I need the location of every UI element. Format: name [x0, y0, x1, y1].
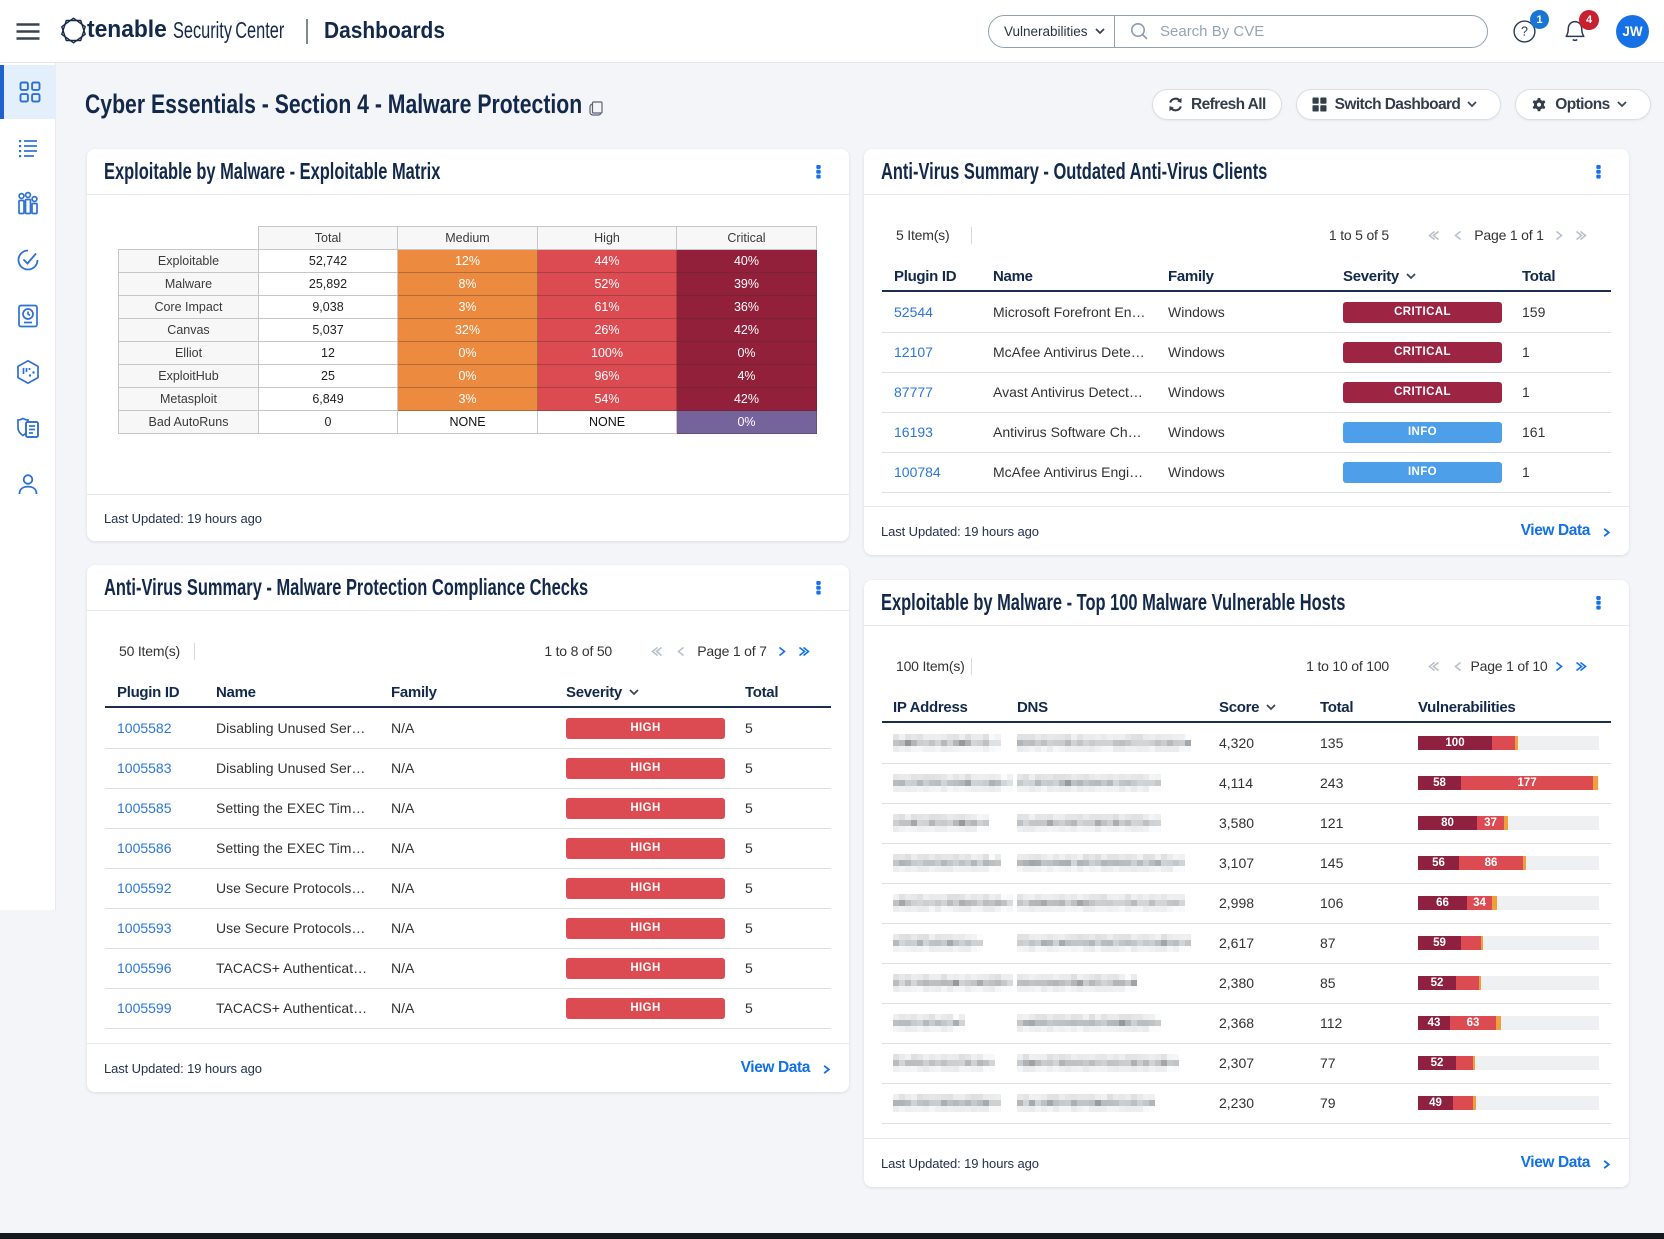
svg-text:?: ? — [1521, 25, 1528, 39]
